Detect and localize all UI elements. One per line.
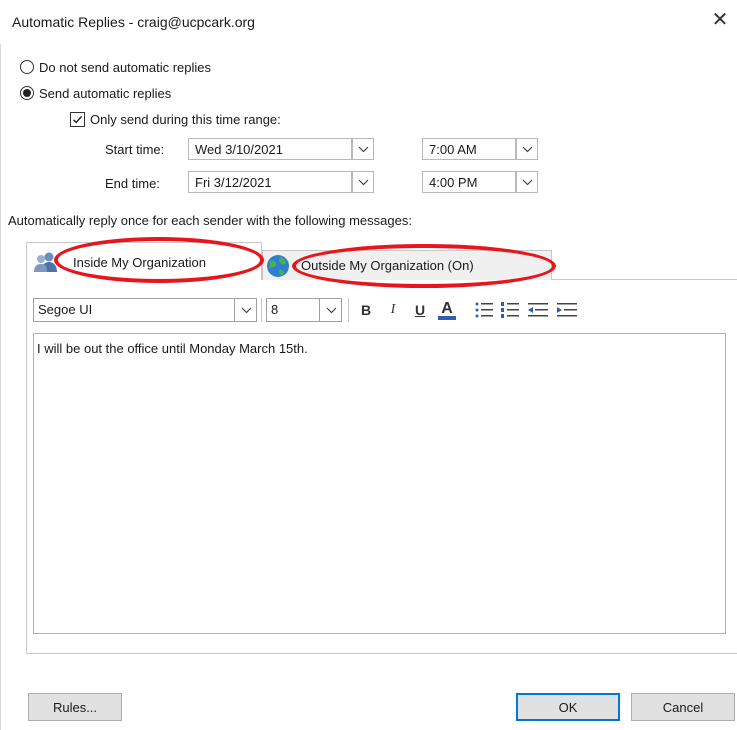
font-name-dropdown[interactable] <box>234 299 257 321</box>
increase-indent-icon[interactable] <box>556 301 578 319</box>
font-color-button[interactable]: A <box>437 300 457 320</box>
bold-button[interactable]: B <box>356 300 376 320</box>
start-time-combo[interactable]: 7:00 AM <box>422 138 538 160</box>
bullets-icon[interactable] <box>474 301 494 319</box>
message-body-editor[interactable]: I will be out the office until Monday Ma… <box>33 333 726 634</box>
numbering-icon[interactable] <box>500 301 520 319</box>
end-time-dropdown[interactable] <box>516 171 538 193</box>
italic-button[interactable]: I <box>383 300 403 320</box>
tab-inside-organization[interactable]: Inside My Organization <box>26 242 262 280</box>
send-auto-label: Send automatic replies <box>39 85 172 101</box>
font-size-value: 8 <box>271 302 279 317</box>
chevron-down-icon <box>358 146 368 152</box>
end-date-combo[interactable]: Fri 3/12/2021 <box>188 171 374 193</box>
window-title: Automatic Replies - craig@ucpcark.org <box>12 14 255 30</box>
tab-outside-label: Outside My Organization (On) <box>301 258 474 273</box>
send-auto-radio[interactable] <box>20 86 34 100</box>
font-size-dropdown[interactable] <box>319 299 342 321</box>
people-icon <box>34 252 57 272</box>
only-range-checkbox[interactable] <box>70 111 85 127</box>
tab-inside-label: Inside My Organization <box>73 255 206 270</box>
only-range-label: Only send during this time range: <box>90 111 281 127</box>
start-date-dropdown[interactable] <box>352 138 374 160</box>
checkmark-icon <box>73 115 83 123</box>
chevron-down-icon <box>522 146 532 152</box>
font-color-swatch <box>438 315 456 320</box>
tab-outside-organization[interactable]: Outside My Organization (On) <box>262 250 552 280</box>
end-date-value: Fri 3/12/2021 <box>195 175 272 190</box>
send-auto-option[interactable]: Send automatic replies <box>20 84 171 102</box>
chevron-down-icon <box>326 307 336 313</box>
end-date-dropdown[interactable] <box>352 171 374 193</box>
toolbar-separator <box>261 298 262 322</box>
toolbar-separator <box>348 298 349 322</box>
cancel-button[interactable]: Cancel <box>631 693 735 721</box>
font-name-combo[interactable]: Segoe UI <box>33 298 257 322</box>
chevron-down-icon <box>522 179 532 185</box>
font-color-letter: A <box>441 299 453 317</box>
chevron-down-icon <box>241 307 251 313</box>
globe-icon <box>267 255 289 277</box>
end-time-label: End time: <box>105 176 160 191</box>
window-edge <box>0 44 1 730</box>
do-not-send-radio[interactable] <box>20 60 34 74</box>
start-date-value: Wed 3/10/2021 <box>195 142 283 157</box>
chevron-down-icon <box>358 179 368 185</box>
reply-prompt: Automatically reply once for each sender… <box>8 213 412 228</box>
start-time-label: Start time: <box>105 142 165 157</box>
rules-button[interactable]: Rules... <box>28 693 122 721</box>
underline-button[interactable]: U <box>410 300 430 320</box>
decrease-indent-icon[interactable] <box>527 301 549 319</box>
only-range-option[interactable]: Only send during this time range: <box>70 110 281 128</box>
close-button[interactable]: ✕ <box>708 9 732 33</box>
start-date-combo[interactable]: Wed 3/10/2021 <box>188 138 374 160</box>
font-name-value: Segoe UI <box>38 302 93 317</box>
font-size-combo[interactable]: 8 <box>266 298 342 322</box>
end-time-value: 4:00 PM <box>429 175 478 190</box>
ok-button[interactable]: OK <box>516 693 620 721</box>
start-time-value: 7:00 AM <box>429 142 477 157</box>
message-text: I will be out the office until Monday Ma… <box>37 341 308 356</box>
do-not-send-label: Do not send automatic replies <box>39 59 211 75</box>
do-not-send-option[interactable]: Do not send automatic replies <box>20 58 211 76</box>
end-time-combo[interactable]: 4:00 PM <box>422 171 538 193</box>
start-time-dropdown[interactable] <box>516 138 538 160</box>
